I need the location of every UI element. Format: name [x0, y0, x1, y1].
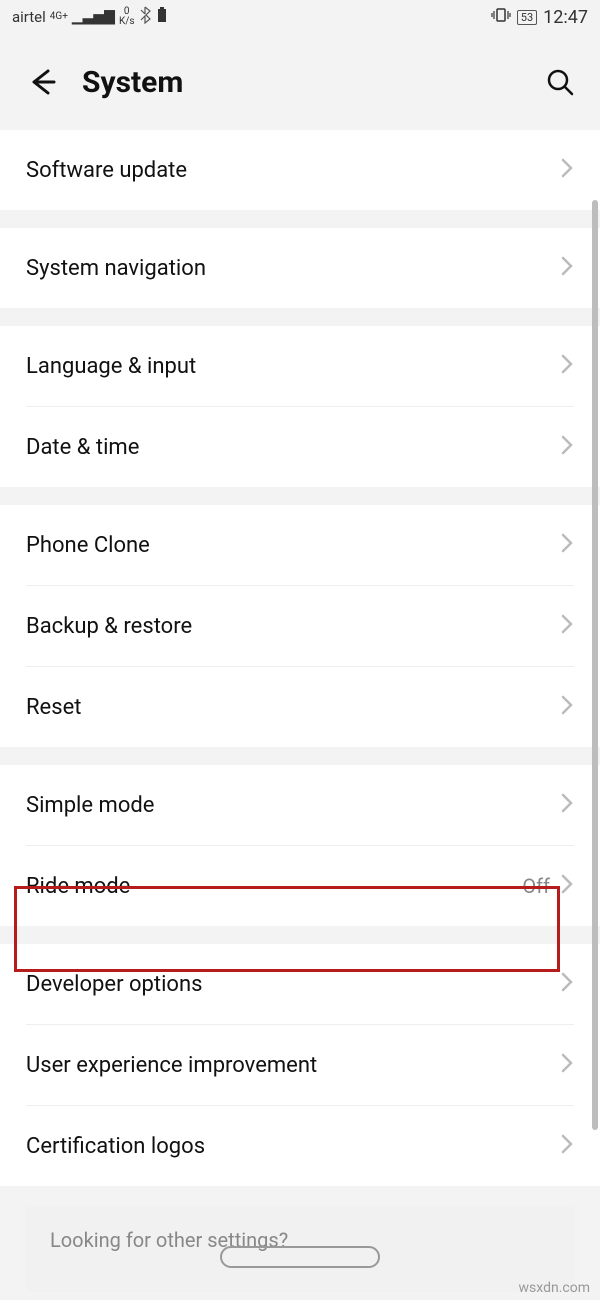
row-backup-restore[interactable]: Backup & restore: [0, 586, 600, 666]
signal-icon: ▁▃▅▇: [72, 9, 115, 25]
settings-group: Developer options User experience improv…: [0, 944, 600, 1186]
chevron-right-icon: [560, 872, 574, 900]
bluetooth-icon: [139, 6, 153, 28]
chevron-right-icon: [560, 433, 574, 461]
row-ride-mode[interactable]: Ride mode Off: [0, 846, 600, 926]
row-label: Ride mode: [26, 874, 522, 899]
status-left: airtel 4G+ ▁▃▅▇ 0 K/s: [12, 6, 167, 28]
speed-unit: K/s: [119, 17, 135, 27]
chevron-right-icon: [560, 1051, 574, 1079]
row-language-input[interactable]: Language & input: [0, 326, 600, 406]
row-label: User experience improvement: [26, 1053, 560, 1078]
row-system-navigation[interactable]: System navigation: [0, 228, 600, 308]
settings-group: Simple mode Ride mode Off: [0, 765, 600, 926]
chevron-right-icon: [560, 254, 574, 282]
row-label: Backup & restore: [26, 614, 560, 639]
row-label: Language & input: [26, 354, 560, 379]
battery-indicator: 53: [517, 10, 537, 25]
row-label: Phone Clone: [26, 533, 560, 558]
chevron-right-icon: [560, 612, 574, 640]
clock: 12:47: [543, 7, 588, 28]
chevron-right-icon: [560, 156, 574, 184]
settings-group: System navigation: [0, 228, 600, 308]
scrollbar[interactable]: [592, 200, 598, 1130]
chevron-right-icon: [560, 693, 574, 721]
row-label: Date & time: [26, 435, 560, 460]
settings-group: Software update: [0, 130, 600, 210]
row-label: System navigation: [26, 256, 560, 281]
row-label: Developer options: [26, 972, 560, 997]
row-developer-options[interactable]: Developer options: [0, 944, 600, 1024]
settings-group: Language & input Date & time: [0, 326, 600, 487]
row-label: Reset: [26, 695, 560, 720]
row-simple-mode[interactable]: Simple mode: [0, 765, 600, 845]
data-speed: 0 K/s: [119, 7, 135, 27]
chevron-right-icon: [560, 970, 574, 998]
vibrate-icon: [491, 7, 511, 27]
app-header: System: [0, 34, 600, 130]
back-icon[interactable]: [24, 65, 58, 99]
network-badge: 4G+: [50, 12, 68, 22]
row-phone-clone[interactable]: Phone Clone: [0, 505, 600, 585]
chevron-right-icon: [560, 791, 574, 819]
watermark: wsxdn.com: [519, 1280, 590, 1296]
page-title: System: [82, 65, 520, 100]
chevron-right-icon: [560, 531, 574, 559]
chevron-right-icon: [560, 1132, 574, 1160]
row-software-update[interactable]: Software update: [0, 130, 600, 210]
gesture-nav-pill[interactable]: [220, 1246, 380, 1268]
row-value: Off: [522, 874, 550, 898]
row-user-experience-improvement[interactable]: User experience improvement: [0, 1025, 600, 1105]
status-right: 53 12:47: [491, 7, 588, 28]
carrier-label: airtel: [12, 8, 46, 26]
chevron-right-icon: [560, 352, 574, 380]
battery-small-icon: [157, 7, 167, 27]
row-certification-logos[interactable]: Certification logos: [0, 1106, 600, 1186]
search-icon[interactable]: [544, 66, 576, 98]
row-date-time[interactable]: Date & time: [0, 407, 600, 487]
row-reset[interactable]: Reset: [0, 667, 600, 747]
row-label: Certification logos: [26, 1134, 560, 1159]
row-label: Software update: [26, 158, 560, 183]
row-label: Simple mode: [26, 793, 560, 818]
status-bar: airtel 4G+ ▁▃▅▇ 0 K/s 53 12:47: [0, 0, 600, 34]
settings-group: Phone Clone Backup & restore Reset: [0, 505, 600, 747]
